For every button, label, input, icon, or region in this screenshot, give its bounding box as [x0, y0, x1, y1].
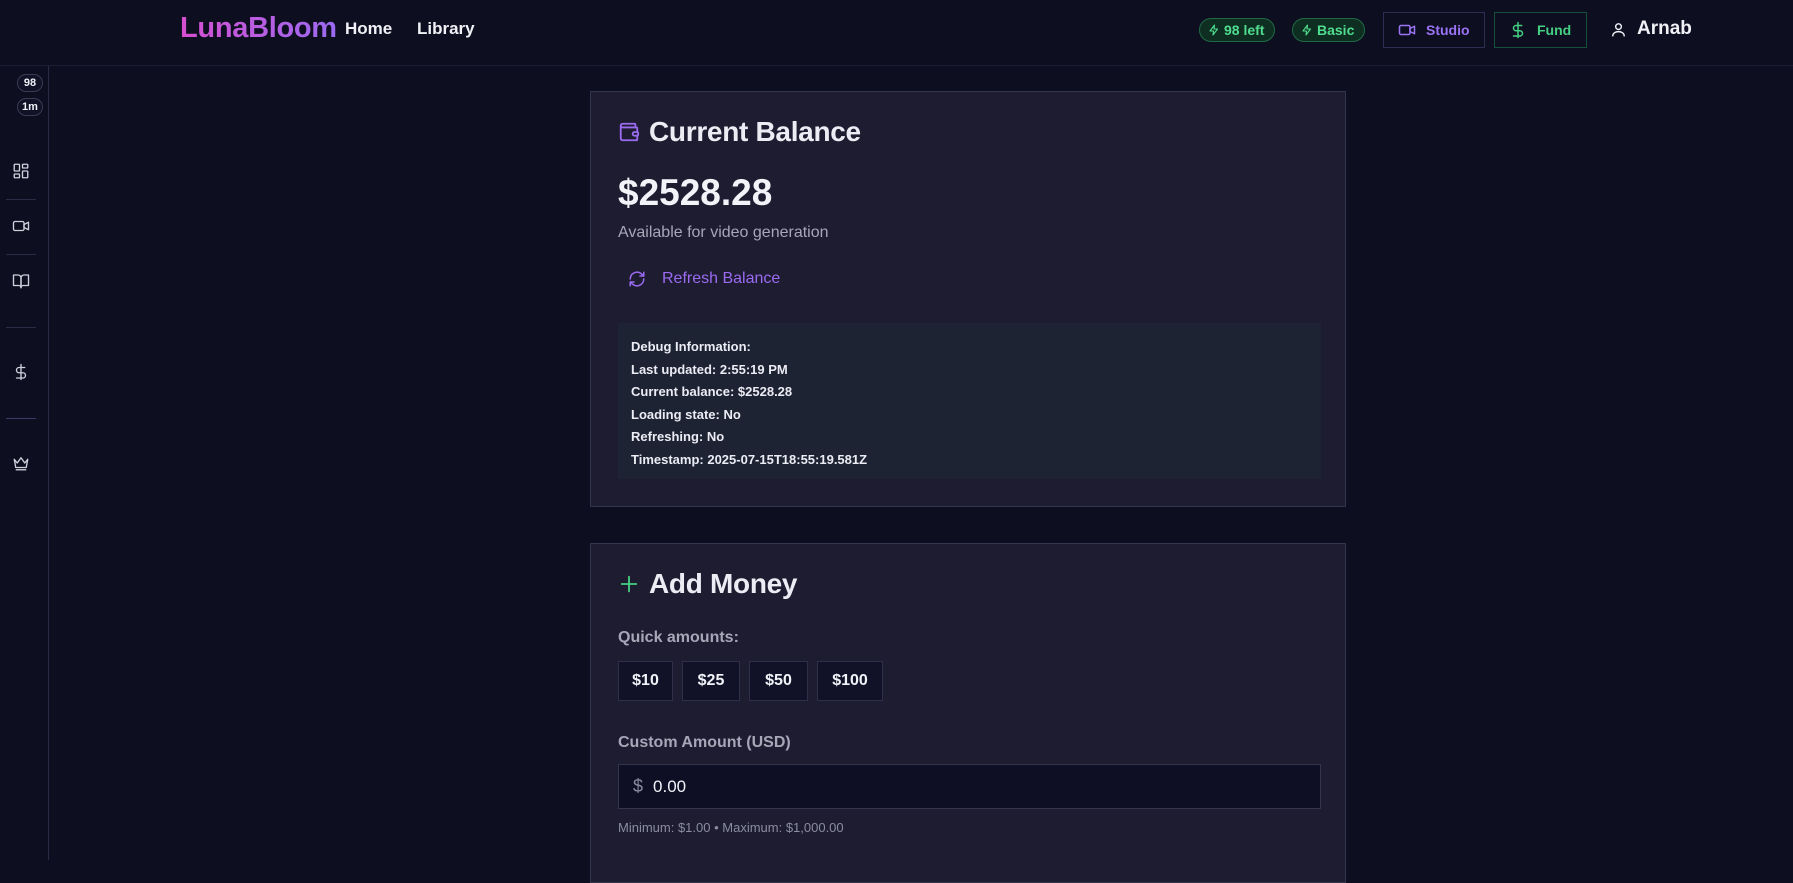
- custom-amount-input[interactable]: [653, 776, 1254, 797]
- dollar-icon: [1512, 21, 1524, 39]
- sidebar-item-library[interactable]: [11, 271, 31, 291]
- quick-amount-10-button[interactable]: $10: [618, 661, 673, 701]
- quick-amounts-label: Quick amounts:: [618, 629, 739, 646]
- sidebar-credits-badge: 98: [17, 74, 43, 92]
- nav-library-link[interactable]: Library: [417, 19, 475, 39]
- wallet-icon: [619, 122, 640, 142]
- balance-title-text: Current Balance: [649, 116, 861, 147]
- current-balance-card: Current Balance $2528.28 Available for v…: [590, 91, 1346, 507]
- top-header: LunaBloom Home Library 98 left Basic Stu…: [0, 0, 1793, 66]
- debug-refreshing: Refreshing: No: [631, 429, 725, 445]
- quick-amount-25-button[interactable]: $25: [682, 661, 740, 701]
- debug-last-updated: Last updated: 2:55:19 PM: [631, 361, 788, 377]
- sidebar-divider: [6, 199, 36, 200]
- fund-button-label: Fund: [1537, 22, 1572, 38]
- add-money-title-text: Add Money: [649, 568, 798, 599]
- debug-info-panel: Debug Information: Last updated: 2:55:19…: [618, 323, 1321, 479]
- video-camera-icon: [1398, 24, 1416, 36]
- user-name: Arnab: [1637, 18, 1692, 39]
- quick-amount-50-button[interactable]: $50: [749, 661, 808, 701]
- studio-button-label: Studio: [1426, 22, 1470, 38]
- sidebar-divider: [6, 418, 36, 419]
- lightning-icon: [1302, 24, 1312, 36]
- refresh-icon: [629, 271, 645, 287]
- sidebar: 98 1m: [0, 66, 49, 860]
- crown-icon: [13, 457, 29, 471]
- fund-button[interactable]: Fund: [1494, 12, 1587, 48]
- user-menu[interactable]: Arnab: [1610, 18, 1692, 40]
- nav-home-link[interactable]: Home: [345, 19, 392, 39]
- plan-text: Basic: [1317, 22, 1355, 38]
- custom-amount-label: Custom Amount (USD): [618, 734, 791, 751]
- sidebar-item-fund[interactable]: [11, 362, 31, 382]
- amount-limits-hint: Minimum: $1.00 • Maximum: $1,000.00: [618, 820, 844, 835]
- currency-symbol: $: [633, 776, 644, 796]
- plus-icon: [620, 575, 638, 593]
- debug-loading-state: Loading state: No: [631, 406, 741, 422]
- add-money-title: Add Money: [618, 568, 797, 600]
- dollar-icon: [15, 363, 27, 381]
- credits-left-badge: 98 left: [1199, 18, 1276, 42]
- balance-card-title: Current Balance: [618, 116, 861, 148]
- balance-subtitle: Available for video generation: [618, 224, 829, 241]
- debug-heading: Debug Information:: [631, 339, 751, 354]
- sidebar-divider: [6, 327, 36, 328]
- sidebar-item-premium[interactable]: [11, 453, 31, 473]
- sidebar-item-studio[interactable]: [11, 216, 31, 236]
- lightning-icon: [1209, 24, 1219, 36]
- sidebar-time-badge: 1m: [17, 98, 43, 116]
- custom-amount-field[interactable]: $: [618, 764, 1321, 809]
- sidebar-divider: [6, 254, 36, 255]
- studio-button[interactable]: Studio: [1383, 12, 1485, 48]
- sidebar-item-dashboard[interactable]: [11, 161, 31, 181]
- refresh-balance-button[interactable]: Refresh Balance: [628, 270, 780, 288]
- app-logo[interactable]: LunaBloom: [180, 12, 337, 45]
- balance-amount: $2528.28: [618, 172, 773, 213]
- debug-current-balance: Current balance: $2528.28: [631, 384, 793, 400]
- credits-left-text: 98 left: [1224, 22, 1265, 38]
- book-icon: [12, 274, 30, 289]
- refresh-balance-label: Refresh Balance: [662, 270, 781, 287]
- quick-amount-100-button[interactable]: $100: [817, 661, 883, 701]
- plan-badge: Basic: [1292, 18, 1366, 42]
- user-icon: [1612, 22, 1625, 37]
- grid-icon: [13, 163, 29, 179]
- video-icon: [12, 220, 30, 232]
- add-money-card: Add Money Quick amounts: $10 $25 $50 $10…: [590, 543, 1346, 883]
- quick-amounts-row: $10 $25 $50 $100: [618, 661, 883, 701]
- debug-timestamp: Timestamp: 2025-07-15T18:55:19.581Z: [631, 451, 868, 467]
